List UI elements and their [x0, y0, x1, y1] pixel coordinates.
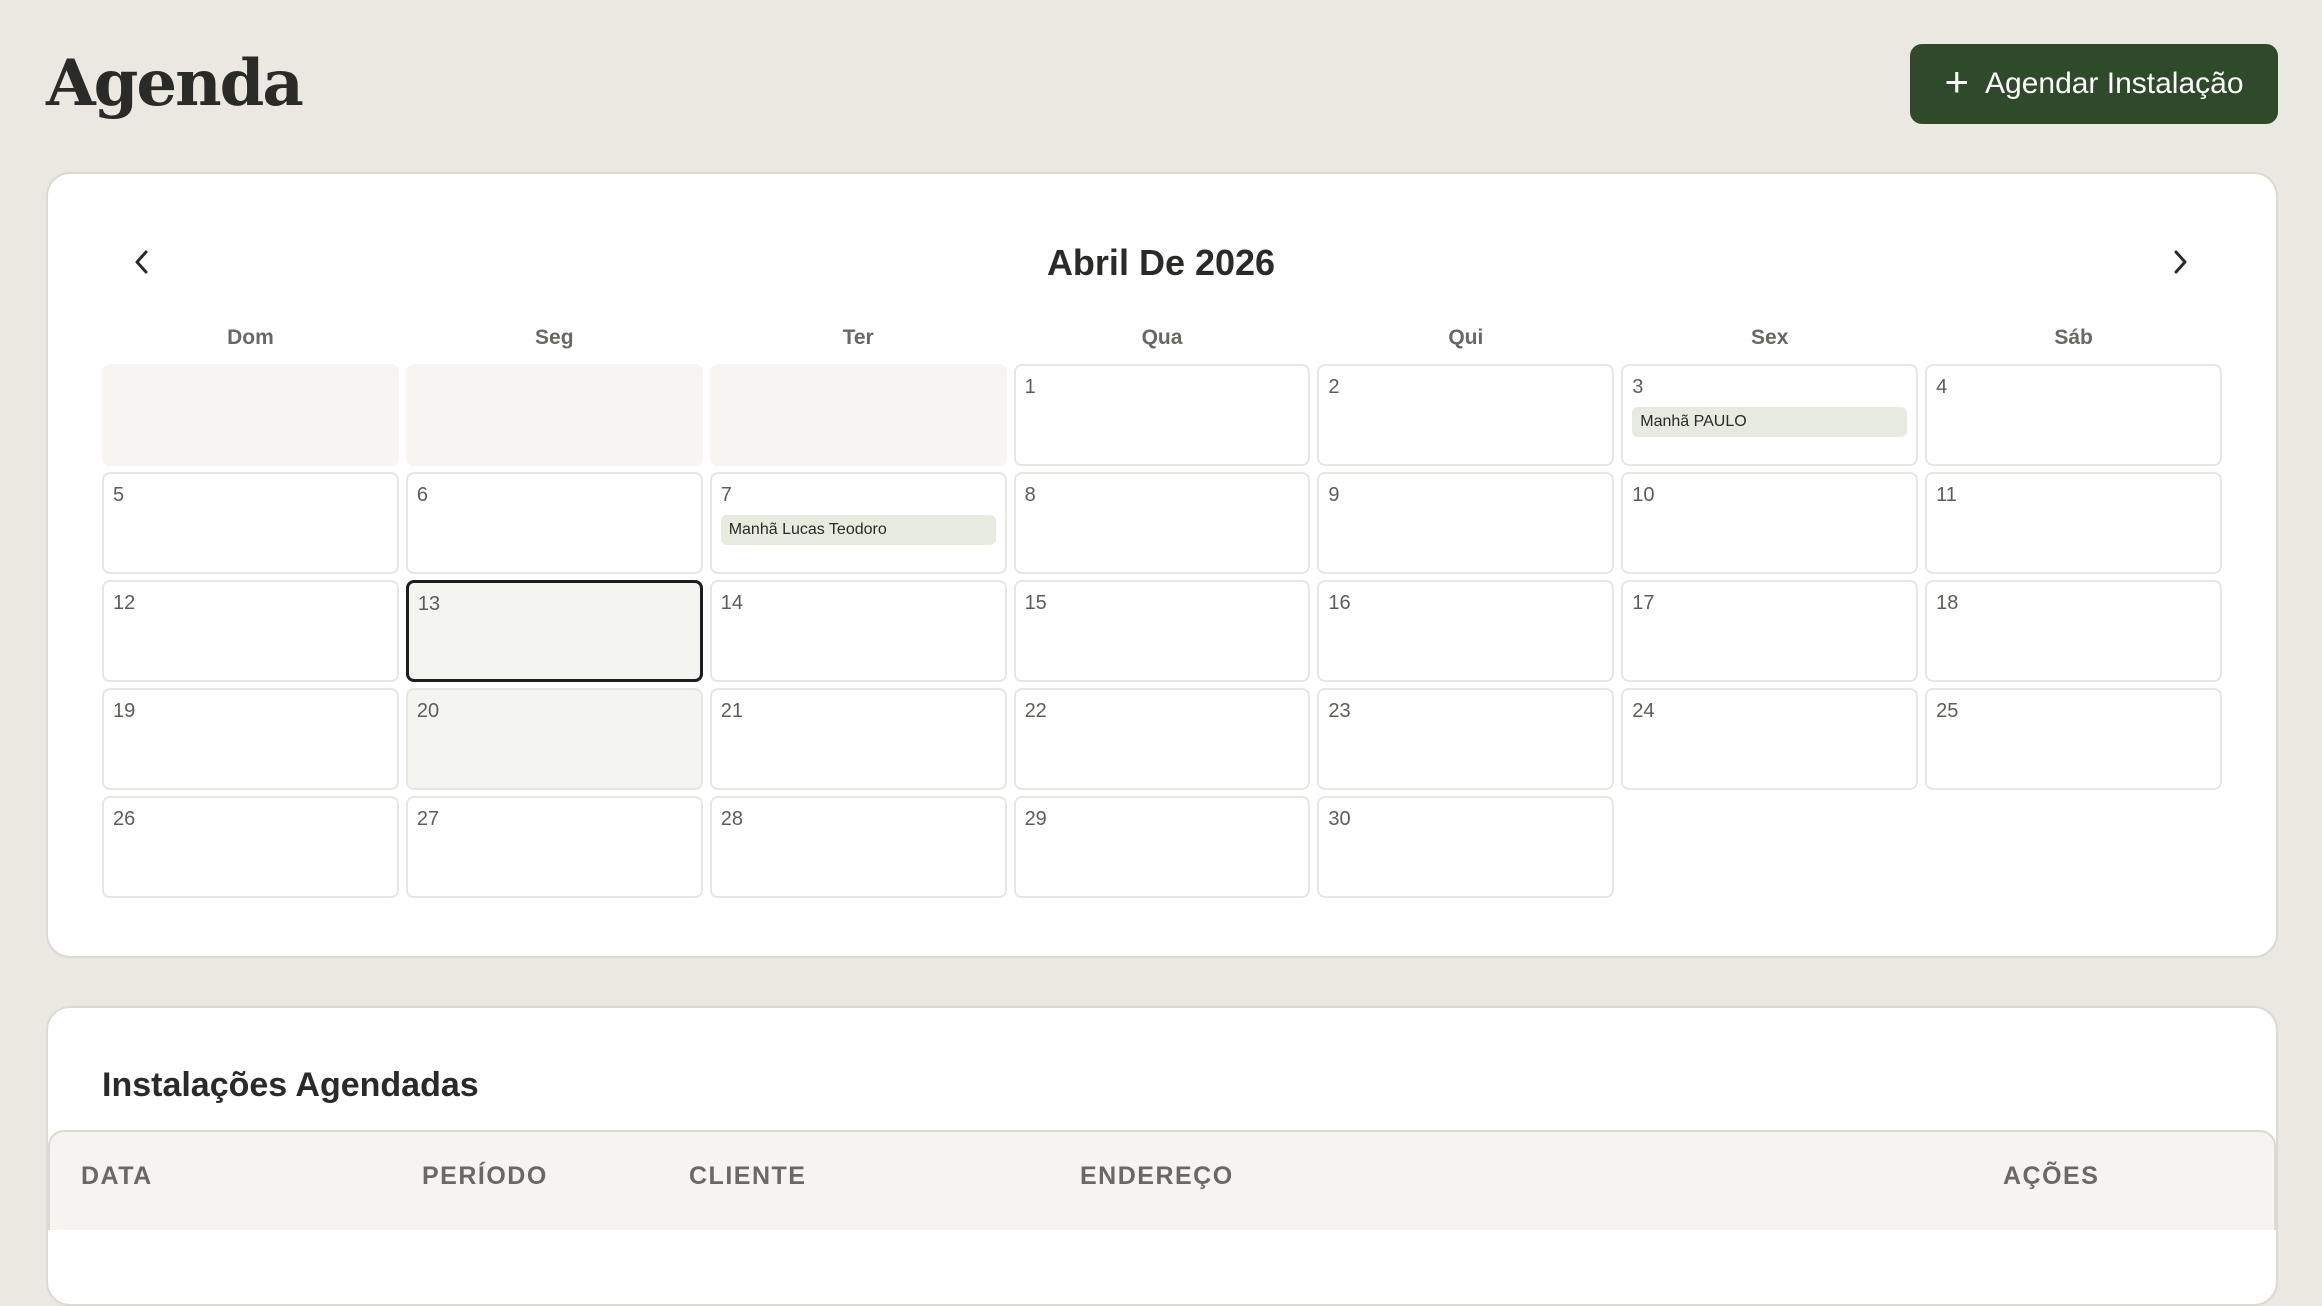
calendar-day-23[interactable]: 23: [1317, 688, 1615, 790]
column-header-cliente: CLIENTE: [689, 1162, 807, 1190]
weekday-label: Seg: [535, 326, 574, 349]
day-number: 1: [1024, 376, 1036, 398]
day-number: 4: [1936, 376, 1948, 398]
calendar-day-11[interactable]: 11: [1925, 472, 2222, 574]
weekday-label: Qua: [1141, 326, 1183, 349]
column-header-endereco: ENDEREÇO: [1080, 1162, 1234, 1190]
calendar-event[interactable]: Manhã PAULO: [1632, 407, 1908, 437]
calendar-day-5[interactable]: 5: [102, 472, 399, 574]
weekday-label: Sáb: [2054, 326, 2093, 349]
day-number: 27: [416, 808, 440, 830]
calendar-day-24[interactable]: 24: [1621, 688, 1919, 790]
day-number: 5: [113, 484, 125, 506]
calendar-day-19[interactable]: 19: [102, 688, 399, 790]
calendar-day-15[interactable]: 15: [1013, 580, 1311, 682]
day-number: 24: [1632, 700, 1655, 722]
calendar-day-6[interactable]: 6: [405, 472, 703, 574]
day-number: 11: [1936, 484, 1957, 506]
day-number: 17: [1632, 592, 1655, 614]
calendar-day-20[interactable]: 20: [405, 688, 703, 790]
day-number: 9: [1328, 484, 1340, 506]
calendar-day-7[interactable]: 7 Manhã Lucas Teodoro: [709, 472, 1007, 574]
day-number: 21: [720, 700, 743, 722]
plus-icon: +: [1944, 58, 1969, 105]
calendar-days: 1 2 3 Manhã PAULO 4 5 6 7 Manhã Lucas Teodoro 8 9 1…: [102, 364, 2222, 898]
calendar-day-10[interactable]: 10: [1621, 472, 1919, 574]
scheduled-installations-title: Instalações Agendadas: [102, 1066, 479, 1104]
day-number: 3: [1632, 376, 1644, 398]
weekday-label: Ter: [842, 326, 874, 349]
calendar-grid: Dom Seg Ter Qua Qui Sex Sáb 1 2 3 Manhã PAULO 4 5 6 7…: [102, 318, 2222, 898]
chevron-right-icon[interactable]: [2160, 242, 2200, 282]
weekday-label: Sex: [1751, 326, 1789, 349]
month-title: Abril De 2026: [1046, 242, 1276, 283]
calendar-day-9[interactable]: 9: [1317, 472, 1615, 574]
add-installation-button[interactable]: + Agendar Instalação: [1910, 44, 2278, 124]
day-number: 29: [1024, 808, 1047, 830]
day-number: 12: [113, 592, 136, 614]
day-number: 18: [1936, 592, 1959, 614]
day-number: 26: [113, 808, 136, 830]
calendar-day-25[interactable]: 25: [1925, 688, 2222, 790]
weekday-label: Qui: [1448, 326, 1484, 349]
day-number: 23: [1328, 700, 1351, 722]
day-number: 30: [1328, 808, 1351, 830]
calendar-event[interactable]: Manhã Lucas Teodoro: [720, 515, 996, 545]
calendar-day-16[interactable]: 16: [1317, 580, 1615, 682]
calendar-day-29[interactable]: 29: [1013, 796, 1311, 898]
weekday-header-row: Dom Seg Ter Qua Qui Sex Sáb: [102, 318, 2222, 362]
day-number: 10: [1632, 484, 1655, 506]
calendar-day-27[interactable]: 27: [405, 796, 703, 898]
day-number: 14: [720, 592, 743, 614]
calendar-day-14[interactable]: 14: [709, 580, 1007, 682]
calendar-day-22[interactable]: 22: [1013, 688, 1311, 790]
calendar-day-12[interactable]: 12: [102, 580, 399, 682]
calendar-day-3[interactable]: 3 Manhã PAULO: [1621, 364, 1919, 466]
day-number: 28: [720, 808, 743, 830]
day-number: 20: [416, 700, 440, 722]
calendar-empty-cell: [709, 364, 1007, 466]
calendar-day-4[interactable]: 4: [1925, 364, 2222, 466]
day-number: 8: [1024, 484, 1036, 506]
column-header-acoes: AÇÕES: [2003, 1162, 2100, 1190]
calendar-day-1[interactable]: 1: [1013, 364, 1311, 466]
calendar-day-28[interactable]: 28: [709, 796, 1007, 898]
day-number: 15: [1024, 592, 1047, 614]
add-installation-label: Agendar Instalação: [1985, 67, 2244, 100]
calendar-day-13[interactable]: 13: [405, 580, 703, 682]
weekday-label: Dom: [227, 326, 274, 349]
calendar-day-18[interactable]: 18: [1925, 580, 2222, 682]
calendar-empty-cell: [102, 364, 399, 466]
calendar-day-30[interactable]: 30: [1317, 796, 1615, 898]
day-number: 7: [720, 484, 732, 506]
column-header-data: DATA: [81, 1162, 153, 1190]
calendar-day-21[interactable]: 21: [709, 688, 1007, 790]
calendar-day-17[interactable]: 17: [1621, 580, 1919, 682]
day-number: 13: [417, 593, 441, 615]
calendar-day-8[interactable]: 8: [1013, 472, 1311, 574]
page-title: Agenda: [46, 46, 304, 121]
column-header-periodo: PERÍODO: [422, 1162, 548, 1190]
calendar-day-26[interactable]: 26: [102, 796, 399, 898]
day-number: 22: [1024, 700, 1047, 722]
day-number: 25: [1936, 700, 1959, 722]
day-number: 16: [1328, 592, 1351, 614]
day-number: 6: [416, 484, 428, 506]
calendar-day-2[interactable]: 2: [1317, 364, 1615, 466]
day-number: 2: [1328, 376, 1340, 398]
day-number: 19: [113, 700, 136, 722]
calendar-empty-cell: [405, 364, 703, 466]
